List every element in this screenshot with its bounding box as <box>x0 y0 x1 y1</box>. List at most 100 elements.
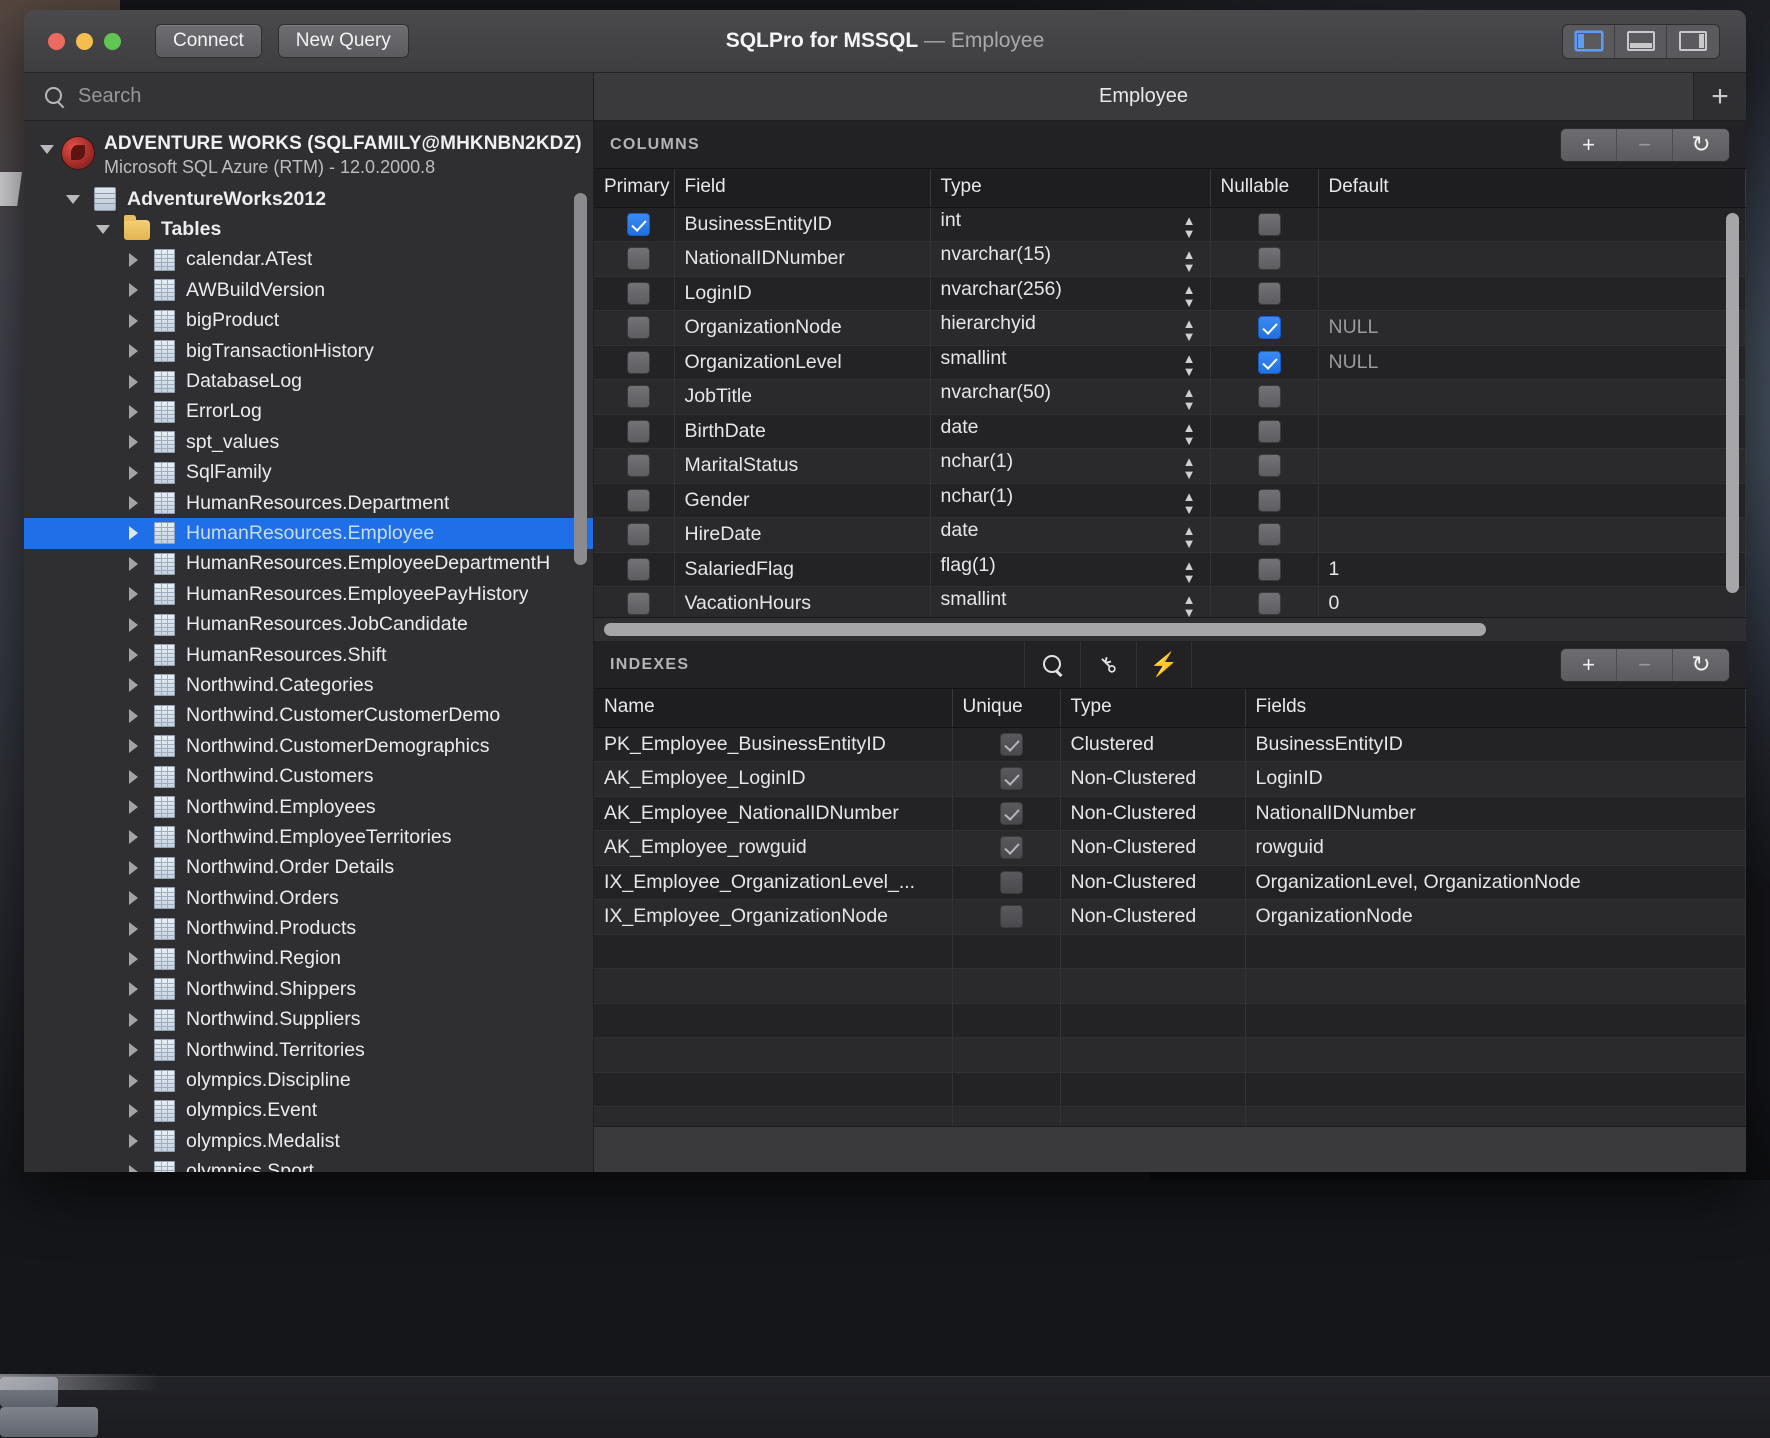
index-fields-cell[interactable]: BusinessEntityID <box>1245 727 1746 762</box>
connection-disclosure-triangle[interactable] <box>38 133 56 154</box>
table-disclosure-triangle[interactable] <box>124 1126 142 1156</box>
tree-database-node[interactable]: AdventureWorks2012 <box>24 184 593 214</box>
index-unique-cell[interactable] <box>952 899 1061 935</box>
field-type-cell[interactable]: smallint ▲▼ <box>930 345 1211 380</box>
toggle-sidebar-button[interactable] <box>1563 24 1615 58</box>
columns-vertical-scrollbar[interactable] <box>1726 213 1739 593</box>
default-value-cell[interactable] <box>1318 448 1746 484</box>
sidebar-item-table[interactable]: Northwind.Employees <box>24 792 593 822</box>
index-type-cell[interactable]: Non-Clustered <box>1060 899 1246 935</box>
table-disclosure-triangle[interactable] <box>124 579 142 609</box>
field-type-cell[interactable]: smallint ▲▼ <box>930 586 1211 622</box>
sidebar-item-table[interactable]: HumanResources.Shift <box>24 640 593 670</box>
database-disclosure-triangle[interactable] <box>64 184 82 214</box>
primary-key-cell[interactable] <box>594 276 675 311</box>
empty-row[interactable] <box>594 1003 1746 1038</box>
empty-row[interactable] <box>594 1072 1746 1107</box>
table-row[interactable]: JobTitle nvarchar(50) ▲ ▼ <box>594 379 1746 415</box>
column-header[interactable]: Unique <box>952 689 1061 728</box>
table-row[interactable]: SalariedFlag flag(1) ▲ ▼ 1 <box>594 552 1746 587</box>
toggle-right-panel-button[interactable] <box>1667 25 1719 58</box>
indexes-grid-container[interactable]: Name Unique Type Fields PK_Employee_Busines… <box>594 689 1746 1172</box>
unique-checkbox[interactable] <box>999 767 1023 791</box>
nullable-cell[interactable] <box>1210 241 1319 277</box>
table-row[interactable]: PK_Employee_BusinessEntityID Clustered Bus… <box>594 727 1746 762</box>
field-type-cell[interactable]: date ▲ ▼ <box>930 414 1211 449</box>
nullable-cell[interactable] <box>1210 414 1319 449</box>
sidebar-item-table[interactable]: DatabaseLog <box>24 366 593 396</box>
unique-checkbox[interactable] <box>999 905 1023 929</box>
tree-connection-node[interactable]: ADVENTURE WORKS (SQLFAMILY@MHKNBN2KDZ) M… <box>24 127 593 184</box>
table-row[interactable]: BirthDate date ▲ ▼ <box>594 414 1746 449</box>
table-row[interactable]: LoginID nvarchar(256) ▲ ▼ <box>594 276 1746 311</box>
sidebar-item-table[interactable]: spt_values <box>24 427 593 457</box>
sidebar-item-table[interactable]: olympics.Discipline <box>24 1065 593 1095</box>
table-disclosure-triangle[interactable] <box>124 640 142 670</box>
table-disclosure-triangle[interactable] <box>124 792 142 822</box>
search-input[interactable] <box>78 85 579 108</box>
sidebar-item-table[interactable]: Northwind.EmployeeTerritories <box>24 822 593 852</box>
primary-checkbox[interactable] <box>627 350 651 374</box>
sidebar-item-table[interactable]: Northwind.Region <box>24 944 593 974</box>
nullable-checkbox[interactable] <box>1257 281 1281 305</box>
primary-key-cell[interactable] <box>594 586 675 622</box>
field-name-cell[interactable]: OrganizationNode <box>674 310 931 346</box>
type-stepper-icon[interactable]: ▲▼ <box>1183 593 1196 619</box>
primary-key-cell[interactable] <box>594 448 675 484</box>
primary-checkbox[interactable] <box>627 247 651 271</box>
primary-checkbox[interactable] <box>627 281 651 305</box>
columns-horizontal-scroll-track[interactable] <box>594 617 1746 641</box>
nullable-cell[interactable] <box>1210 448 1319 484</box>
field-type-cell[interactable]: nvarchar(50) ▲ ▼ <box>930 379 1211 415</box>
nullable-cell[interactable] <box>1210 483 1319 518</box>
primary-checkbox[interactable] <box>627 212 651 236</box>
table-disclosure-triangle[interactable] <box>124 245 142 275</box>
index-unique-cell[interactable] <box>952 865 1061 900</box>
table-disclosure-triangle[interactable] <box>124 275 142 305</box>
table-disclosure-triangle[interactable] <box>124 1157 142 1172</box>
sidebar-item-table[interactable]: bigTransactionHistory <box>24 336 593 366</box>
index-fields-cell[interactable]: NationalIDNumber <box>1245 796 1746 831</box>
nullable-cell[interactable] <box>1210 276 1319 311</box>
unique-checkbox[interactable] <box>999 732 1023 756</box>
connect-button[interactable]: Connect <box>155 24 262 58</box>
index-unique-cell[interactable] <box>952 761 1061 797</box>
toggle-bottom-panel-button[interactable] <box>1615 24 1667 58</box>
index-name-cell[interactable]: AK_Employee_LoginID <box>594 761 953 797</box>
field-name-cell[interactable]: NationalIDNumber <box>674 241 931 277</box>
table-disclosure-triangle[interactable] <box>124 822 142 852</box>
index-type-cell[interactable]: Non-Clustered <box>1060 865 1246 900</box>
sidebar-item-table[interactable]: calendar.ATest <box>24 245 593 275</box>
columns-horizontal-scrollbar[interactable] <box>604 623 1486 636</box>
sidebar-item-table[interactable]: ErrorLog <box>24 397 593 427</box>
table-row[interactable]: MaritalStatus nchar(1) ▲ ▼ <box>594 448 1746 484</box>
type-stepper-icon[interactable]: ▲▼ <box>1183 248 1196 274</box>
nullable-checkbox[interactable] <box>1257 523 1281 547</box>
primary-key-cell[interactable] <box>594 379 675 415</box>
table-disclosure-triangle[interactable] <box>124 762 142 792</box>
field-name-cell[interactable]: HireDate <box>674 517 931 553</box>
nullable-checkbox[interactable] <box>1257 488 1281 512</box>
column-header[interactable]: Fields <box>1245 689 1746 728</box>
dock-item[interactable] <box>0 1407 98 1437</box>
table-row[interactable]: VacationHours smallint ▲ ▼ 0 <box>594 586 1746 622</box>
primary-checkbox[interactable] <box>627 523 651 547</box>
table-row[interactable]: IX_Employee_OrganizationNode Non-Clustere… <box>594 899 1746 935</box>
table-disclosure-triangle[interactable] <box>124 914 142 944</box>
primary-key-cell[interactable] <box>594 345 675 380</box>
primary-checkbox[interactable] <box>627 592 651 616</box>
minimize-window-button[interactable] <box>76 32 93 50</box>
sidebar-item-table[interactable]: HumanResources.EmployeeDepartmentH <box>24 549 593 579</box>
default-value-cell[interactable] <box>1318 207 1746 242</box>
dock[interactable] <box>0 1374 1770 1438</box>
type-stepper-icon[interactable]: ▲▼ <box>1183 317 1196 343</box>
nullable-cell[interactable] <box>1210 345 1319 380</box>
field-name-cell[interactable]: VacationHours <box>674 586 931 622</box>
table-disclosure-triangle[interactable] <box>124 306 142 336</box>
sidebar-item-table[interactable]: olympics.Medalist <box>24 1126 593 1156</box>
index-name-cell[interactable]: PK_Employee_BusinessEntityID <box>594 727 953 762</box>
primary-key-cell[interactable] <box>594 483 675 518</box>
type-stepper-icon[interactable]: ▲▼ <box>1183 214 1196 240</box>
nullable-checkbox[interactable] <box>1257 247 1281 271</box>
type-stepper-icon[interactable]: ▲▼ <box>1183 490 1196 516</box>
